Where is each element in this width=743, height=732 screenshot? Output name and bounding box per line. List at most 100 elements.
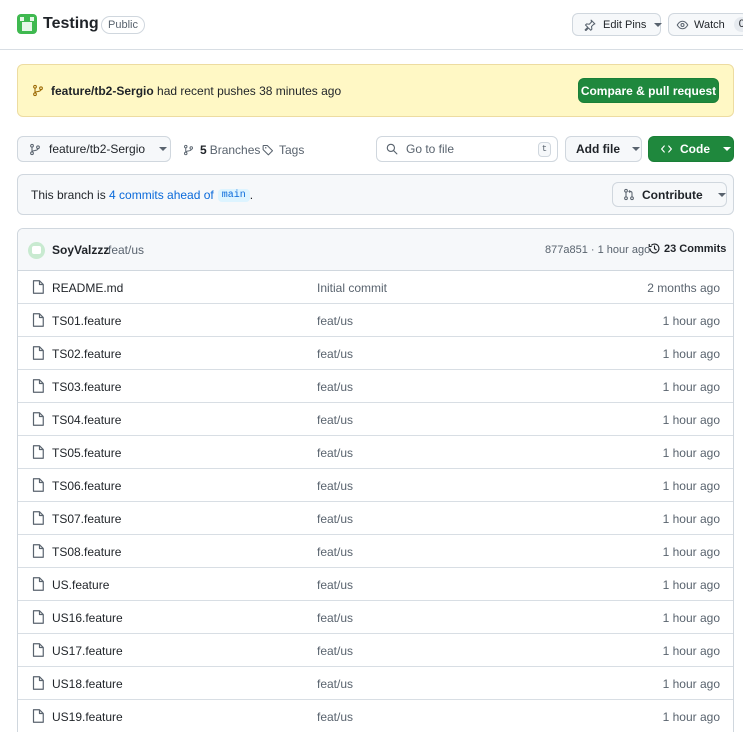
file-row[interactable]: US19.feature feat/us 1 hour ago: [18, 700, 733, 732]
watch-count: 0: [733, 17, 743, 32]
file-name-link[interactable]: TS02.feature: [52, 347, 121, 361]
branches-label: Branches: [209, 143, 261, 157]
file-commit-message[interactable]: feat/us: [317, 578, 353, 592]
branch-selector[interactable]: feature/tb2-Sergio: [17, 136, 171, 162]
avatar[interactable]: [28, 242, 45, 259]
watch-button[interactable]: Watch 0: [668, 13, 743, 36]
file-commit-time: 1 hour ago: [662, 479, 720, 493]
file-name-link[interactable]: TS03.feature: [52, 380, 121, 394]
file-name-link[interactable]: README.md: [52, 281, 123, 295]
file-name-link[interactable]: US18.feature: [52, 677, 123, 691]
go-to-file-input[interactable]: [406, 142, 536, 156]
file-icon: [32, 280, 44, 294]
commit-message[interactable]: feat/us: [108, 243, 144, 257]
latest-commit-bar: SoyValzzz feat/us 877a851 · 1 hour ago 2…: [18, 229, 733, 271]
file-row[interactable]: TS04.feature feat/us 1 hour ago: [18, 403, 733, 436]
file-commit-message[interactable]: feat/us: [317, 677, 353, 691]
file-name-link[interactable]: TS07.feature: [52, 512, 121, 526]
tags-link[interactable]: Tags: [262, 143, 304, 157]
tag-icon: [262, 144, 274, 156]
chevron-down-icon: [654, 22, 663, 27]
file-row[interactable]: TS01.feature feat/us 1 hour ago: [18, 304, 733, 337]
base-branch-ref[interactable]: main: [217, 188, 250, 202]
code-label: Code: [680, 142, 710, 156]
file-icon: [32, 412, 44, 426]
file-icon: [32, 577, 44, 591]
file-row[interactable]: TS03.feature feat/us 1 hour ago: [18, 370, 733, 403]
pin-icon: [584, 19, 596, 31]
file-commit-time: 1 hour ago: [662, 413, 720, 427]
file-row[interactable]: README.md Initial commit 2 months ago: [18, 271, 733, 304]
chevron-down-icon: [632, 147, 640, 151]
file-commit-time: 1 hour ago: [662, 545, 720, 559]
tags-label: Tags: [279, 143, 305, 157]
compare-pull-request-button[interactable]: Compare & pull request: [578, 78, 719, 103]
chevron-down-icon: [159, 147, 168, 151]
go-to-file-search[interactable]: t: [376, 136, 558, 162]
git-branch-icon: [33, 84, 43, 97]
file-name-link[interactable]: TS08.feature: [52, 545, 121, 559]
commits-ahead-link[interactable]: 4 commits ahead of: [109, 188, 214, 202]
recent-push-message: had recent pushes 38 minutes ago: [153, 84, 342, 98]
file-commit-message[interactable]: feat/us: [317, 710, 353, 724]
file-row[interactable]: TS05.feature feat/us 1 hour ago: [18, 436, 733, 469]
file-icon: [32, 313, 44, 327]
file-row[interactable]: TS08.feature feat/us 1 hour ago: [18, 535, 733, 568]
commit-hash-time[interactable]: 877a851 · 1 hour ago: [545, 244, 650, 256]
file-icon: [32, 478, 44, 492]
file-row[interactable]: US17.feature feat/us 1 hour ago: [18, 634, 733, 667]
file-commit-message[interactable]: feat/us: [317, 347, 353, 361]
branch-selector-label: feature/tb2-Sergio: [49, 142, 146, 156]
file-name-link[interactable]: TS06.feature: [52, 479, 121, 493]
file-icon: [32, 445, 44, 459]
file-browser: SoyValzzz feat/us 877a851 · 1 hour ago 2…: [17, 228, 734, 732]
file-commit-time: 1 hour ago: [662, 446, 720, 460]
file-row[interactable]: US18.feature feat/us 1 hour ago: [18, 667, 733, 700]
file-row[interactable]: TS02.feature feat/us 1 hour ago: [18, 337, 733, 370]
recent-push-branch[interactable]: feature/tb2-Sergio: [51, 84, 154, 98]
file-row[interactable]: TS07.feature feat/us 1 hour ago: [18, 502, 733, 535]
repo-name[interactable]: Testing: [43, 15, 99, 33]
file-commit-message[interactable]: feat/us: [317, 611, 353, 625]
pull-request-icon: [624, 188, 634, 201]
file-commit-message[interactable]: feat/us: [317, 479, 353, 493]
file-name-link[interactable]: TS05.feature: [52, 446, 121, 460]
add-file-label: Add file: [576, 142, 620, 156]
code-button[interactable]: Code: [648, 136, 734, 162]
file-name-link[interactable]: US17.feature: [52, 644, 123, 658]
chevron-down-icon: [723, 147, 731, 151]
file-name-link[interactable]: US16.feature: [52, 611, 123, 625]
commits-history-link[interactable]: 23 Commits: [648, 242, 726, 255]
file-commit-message[interactable]: Initial commit: [317, 281, 387, 295]
file-row[interactable]: US16.feature feat/us 1 hour ago: [18, 601, 733, 634]
file-name-link[interactable]: TS01.feature: [52, 314, 121, 328]
git-branch-icon: [30, 143, 40, 155]
add-file-button[interactable]: Add file: [565, 136, 642, 162]
file-commit-message[interactable]: feat/us: [317, 314, 353, 328]
file-name-link[interactable]: TS04.feature: [52, 413, 121, 427]
edit-pins-button[interactable]: Edit Pins: [572, 13, 663, 36]
file-name-link[interactable]: US19.feature: [52, 710, 123, 724]
file-icon: [32, 610, 44, 624]
file-commit-message[interactable]: feat/us: [317, 644, 353, 658]
contribute-button[interactable]: Contribute: [612, 182, 727, 207]
file-commit-message[interactable]: feat/us: [317, 413, 353, 427]
code-icon: [661, 145, 672, 153]
commit-author[interactable]: SoyValzzz: [52, 243, 109, 257]
branches-count: 5: [200, 143, 207, 157]
file-commit-time: 1 hour ago: [662, 578, 720, 592]
file-commit-time: 1 hour ago: [662, 677, 720, 691]
search-icon: [386, 143, 398, 155]
branches-link[interactable]: 5 Branches: [183, 143, 260, 157]
file-commit-message[interactable]: feat/us: [317, 380, 353, 394]
file-row[interactable]: TS06.feature feat/us 1 hour ago: [18, 469, 733, 502]
file-icon: [32, 709, 44, 723]
file-icon: [32, 544, 44, 558]
file-commit-time: 1 hour ago: [662, 611, 720, 625]
file-commit-message[interactable]: feat/us: [317, 512, 353, 526]
file-name-link[interactable]: US.feature: [52, 578, 109, 592]
file-commit-message[interactable]: feat/us: [317, 446, 353, 460]
file-commit-message[interactable]: feat/us: [317, 545, 353, 559]
file-commit-time: 1 hour ago: [662, 710, 720, 724]
file-row[interactable]: US.feature feat/us 1 hour ago: [18, 568, 733, 601]
